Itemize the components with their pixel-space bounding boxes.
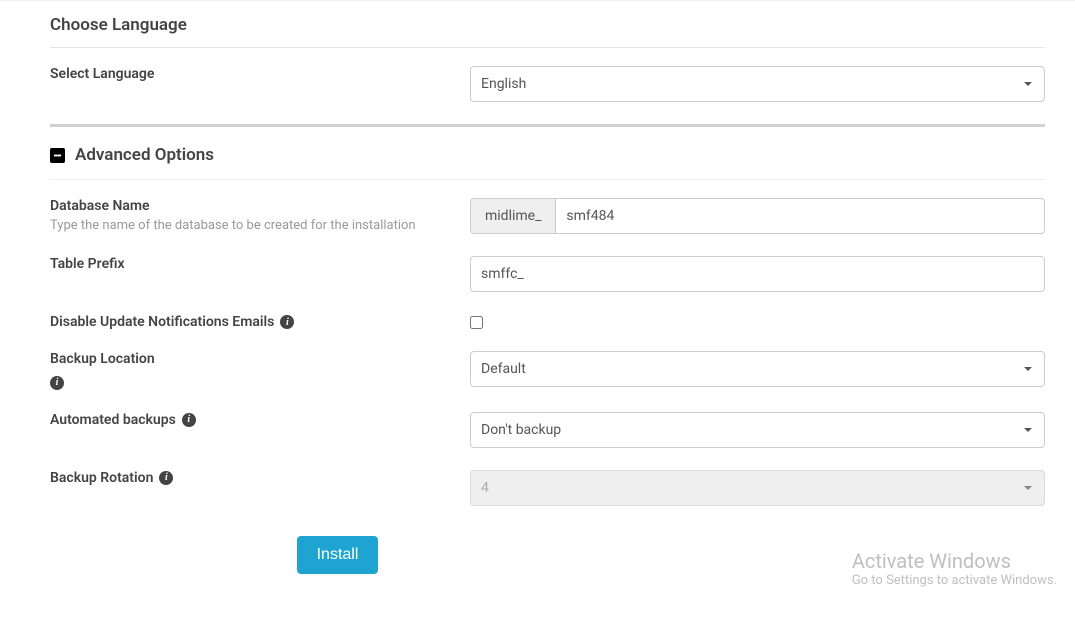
backup-rotation-label: Backup Rotation	[50, 470, 153, 486]
backup-location-label: Backup Location	[50, 351, 450, 367]
database-name-group: midlime_	[470, 198, 1045, 234]
database-prefix-addon: midlime_	[471, 199, 556, 233]
database-name-help: Type the name of the database to be crea…	[50, 218, 450, 233]
select-language-label: Select Language	[50, 66, 450, 82]
choose-language-heading: Choose Language	[50, 1, 1045, 48]
info-icon[interactable]: i	[280, 315, 294, 329]
automated-backups-select[interactable]: Don't backup	[470, 412, 1045, 448]
language-select[interactable]: English	[470, 66, 1045, 102]
minus-square-icon	[50, 148, 65, 163]
info-icon[interactable]: i	[182, 413, 196, 427]
disable-notifications-label: Disable Update Notifications Emails	[50, 314, 274, 330]
automated-backups-label: Automated backups	[50, 412, 176, 428]
table-prefix-label: Table Prefix	[50, 256, 450, 272]
backup-location-select[interactable]: Default	[470, 351, 1045, 387]
backup-rotation-select: 4	[470, 470, 1045, 506]
info-icon[interactable]: i	[50, 376, 64, 390]
database-name-input[interactable]	[556, 199, 1044, 233]
advanced-options-label: Advanced Options	[75, 145, 214, 165]
advanced-options-heading[interactable]: Advanced Options	[50, 127, 1045, 180]
table-prefix-input[interactable]	[470, 256, 1045, 292]
install-button[interactable]: Install	[297, 536, 379, 574]
disable-notifications-checkbox[interactable]	[470, 316, 483, 329]
info-icon[interactable]: i	[159, 471, 173, 485]
database-name-label: Database Name	[50, 198, 450, 214]
